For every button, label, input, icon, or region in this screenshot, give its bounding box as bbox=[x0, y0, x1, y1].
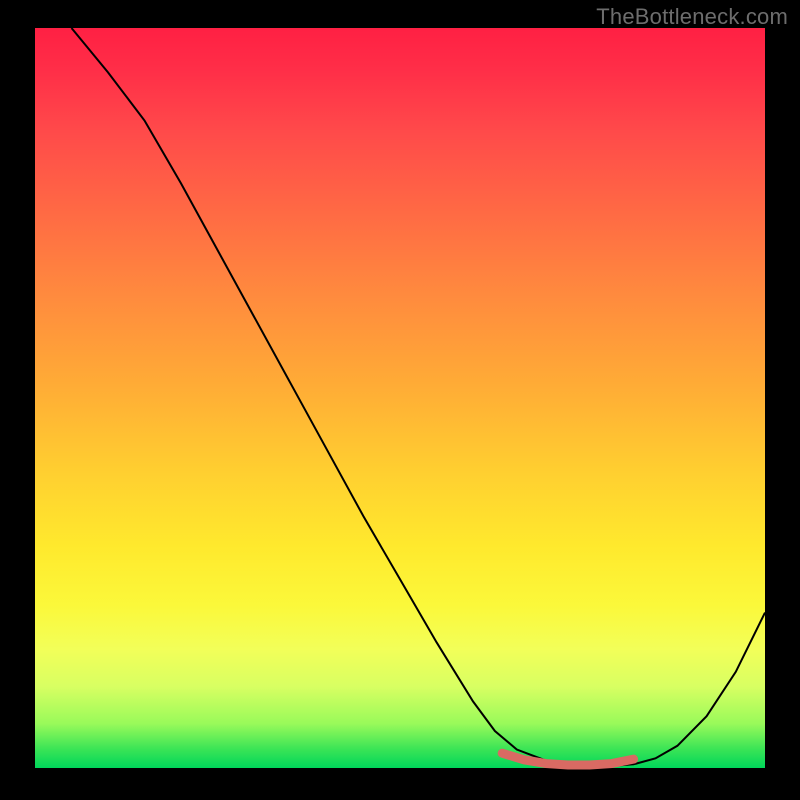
chart-highlight-segment bbox=[502, 753, 633, 765]
chart-plot-area bbox=[35, 28, 765, 768]
watermark-text: TheBottleneck.com bbox=[596, 4, 788, 30]
chart-svg-overlay bbox=[35, 28, 765, 768]
chart-main-curve bbox=[72, 28, 766, 767]
